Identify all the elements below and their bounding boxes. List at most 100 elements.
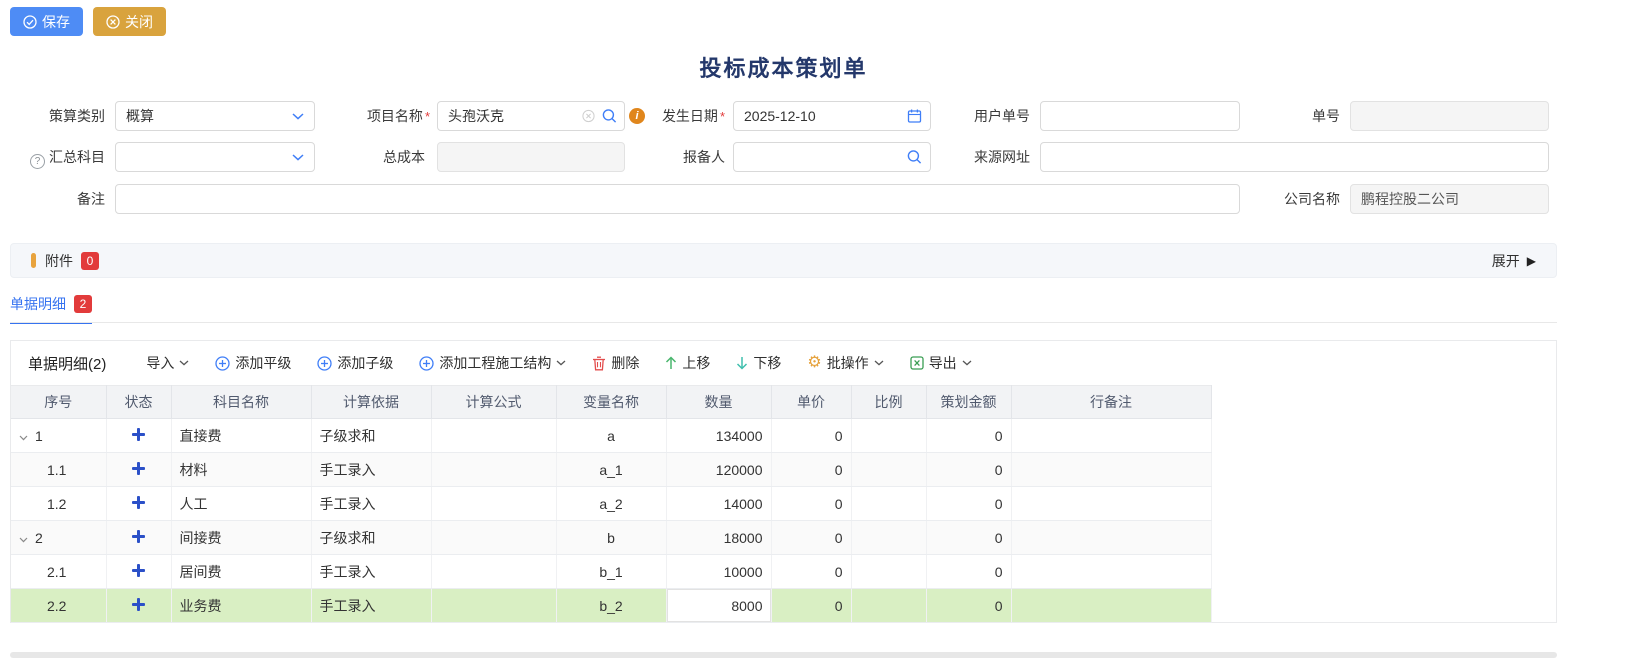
status-cell[interactable] [106, 487, 171, 521]
add-sibling-button[interactable]: 添加平级 [215, 353, 291, 373]
user-order-no-field[interactable] [1040, 101, 1240, 131]
price-cell[interactable]: 0 [771, 555, 851, 589]
search-icon[interactable] [602, 109, 617, 124]
status-cell[interactable] [106, 453, 171, 487]
tree-expand-icon[interactable] [19, 537, 28, 543]
status-cell[interactable] [106, 521, 171, 555]
status-plus-icon[interactable] [132, 428, 145, 441]
reporter-field[interactable] [733, 142, 931, 172]
variable-cell[interactable]: a_2 [556, 487, 666, 521]
qty-cell[interactable]: 8000 [666, 589, 771, 623]
amount-cell[interactable]: 0 [926, 521, 1011, 555]
import-button[interactable]: 导入 [146, 353, 189, 373]
summary-subject-select[interactable] [115, 142, 315, 172]
formula-cell[interactable] [431, 487, 556, 521]
plan-type-select[interactable]: 概算 [115, 101, 315, 131]
status-cell[interactable] [106, 589, 171, 623]
status-plus-icon[interactable] [132, 530, 145, 543]
basis-cell[interactable]: 手工录入 [311, 589, 431, 623]
remark-input[interactable] [115, 184, 1240, 214]
status-cell[interactable] [106, 419, 171, 453]
question-circle-icon[interactable]: ? [30, 154, 45, 169]
price-cell[interactable]: 0 [771, 453, 851, 487]
tab-detail[interactable]: 单据明细 2 [10, 294, 92, 324]
clear-icon[interactable] [582, 110, 595, 123]
subject-cell[interactable]: 材料 [171, 453, 311, 487]
variable-cell[interactable]: b [556, 521, 666, 555]
user-order-no-input[interactable] [1040, 101, 1240, 131]
row-remark-cell[interactable] [1011, 419, 1211, 453]
qty-cell[interactable]: 120000 [666, 453, 771, 487]
close-button[interactable]: 关闭 [93, 7, 166, 36]
occur-date-input[interactable] [733, 101, 931, 131]
status-plus-icon[interactable] [132, 462, 145, 475]
basis-cell[interactable]: 子级求和 [311, 419, 431, 453]
qty-cell[interactable]: 134000 [666, 419, 771, 453]
amount-cell[interactable]: 0 [926, 589, 1011, 623]
subject-cell[interactable]: 间接费 [171, 521, 311, 555]
price-cell[interactable]: 0 [771, 589, 851, 623]
status-plus-icon[interactable] [132, 496, 145, 509]
variable-cell[interactable]: a_1 [556, 453, 666, 487]
delete-button[interactable]: 删除 [592, 353, 639, 373]
source-url-input[interactable] [1040, 142, 1549, 172]
basis-cell[interactable]: 子级求和 [311, 521, 431, 555]
row-remark-cell[interactable] [1011, 521, 1211, 555]
source-url-field[interactable] [1040, 142, 1549, 172]
row-remark-cell[interactable] [1011, 453, 1211, 487]
occur-date-field[interactable] [733, 101, 931, 131]
formula-cell[interactable] [431, 555, 556, 589]
ratio-cell[interactable] [851, 589, 926, 623]
amount-cell[interactable]: 0 [926, 419, 1011, 453]
status-plus-icon[interactable] [132, 598, 145, 611]
remark-field[interactable] [115, 184, 1240, 214]
subject-cell[interactable]: 直接费 [171, 419, 311, 453]
ratio-cell[interactable] [851, 419, 926, 453]
basis-cell[interactable]: 手工录入 [311, 555, 431, 589]
basis-cell[interactable]: 手工录入 [311, 487, 431, 521]
formula-cell[interactable] [431, 419, 556, 453]
qty-cell[interactable]: 18000 [666, 521, 771, 555]
calendar-icon[interactable] [907, 109, 922, 124]
export-button[interactable]: 导出 [910, 353, 972, 373]
price-cell[interactable]: 0 [771, 419, 851, 453]
status-cell[interactable] [106, 555, 171, 589]
table-row[interactable]: 1.2人工手工录入a_21400000 [11, 487, 1211, 521]
formula-cell[interactable] [431, 521, 556, 555]
row-remark-cell[interactable] [1011, 555, 1211, 589]
table-row[interactable]: 2.1居间费手工录入b_11000000 [11, 555, 1211, 589]
add-structure-button[interactable]: 添加工程施工结构 [419, 353, 566, 373]
status-plus-icon[interactable] [132, 564, 145, 577]
attachments-bar[interactable]: 附件 0 展开 ▶ [10, 243, 1557, 278]
basis-cell[interactable]: 手工录入 [311, 453, 431, 487]
tree-expand-icon[interactable] [19, 435, 28, 441]
variable-cell[interactable]: a [556, 419, 666, 453]
subject-cell[interactable]: 人工 [171, 487, 311, 521]
ratio-cell[interactable] [851, 487, 926, 521]
ratio-cell[interactable] [851, 555, 926, 589]
ratio-cell[interactable] [851, 453, 926, 487]
add-child-button[interactable]: 添加子级 [317, 353, 393, 373]
project-name-field[interactable] [437, 101, 625, 131]
row-remark-cell[interactable] [1011, 589, 1211, 623]
row-remark-cell[interactable] [1011, 487, 1211, 521]
price-cell[interactable]: 0 [771, 521, 851, 555]
price-cell[interactable]: 0 [771, 487, 851, 521]
variable-cell[interactable]: b_1 [556, 555, 666, 589]
reporter-input[interactable] [733, 142, 931, 172]
subject-cell[interactable]: 居间费 [171, 555, 311, 589]
amount-cell[interactable]: 0 [926, 453, 1011, 487]
subject-cell[interactable]: 业务费 [171, 589, 311, 623]
formula-cell[interactable] [431, 453, 556, 487]
amount-cell[interactable]: 0 [926, 555, 1011, 589]
variable-cell[interactable]: b_2 [556, 589, 666, 623]
batch-operation-button[interactable]: ⚙ 批操作 [807, 353, 883, 373]
move-up-button[interactable]: 上移 [665, 353, 710, 373]
expand-button[interactable]: 展开 ▶ [1492, 251, 1536, 271]
move-down-button[interactable]: 下移 [736, 353, 781, 373]
table-row[interactable]: 1.1材料手工录入a_112000000 [11, 453, 1211, 487]
ratio-cell[interactable] [851, 521, 926, 555]
table-row[interactable]: 1直接费子级求和a13400000 [11, 419, 1211, 453]
save-button[interactable]: 保存 [10, 7, 83, 36]
project-name-input[interactable] [437, 101, 625, 131]
